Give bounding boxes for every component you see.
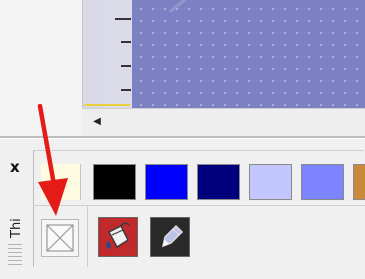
scroll-left-icon[interactable]: ◀ [90, 115, 104, 129]
ruler-tick [115, 18, 131, 20]
ruler-tick [121, 41, 131, 43]
paint-bucket-icon [106, 222, 130, 249]
drawing-canvas[interactable] [132, 0, 365, 108]
color-swatch-periwinkle[interactable] [301, 164, 344, 200]
pen-tool-button[interactable] [150, 217, 190, 257]
red-arrow-annotation [37, 104, 68, 216]
color-swatch-blue[interactable] [145, 164, 188, 200]
grip-handle-icon[interactable] [8, 241, 22, 265]
crossed-box-icon [46, 224, 74, 252]
color-swatch-tan[interactable] [353, 164, 365, 200]
pen-icon [161, 224, 184, 248]
color-swatch-black[interactable] [93, 164, 136, 200]
close-icon[interactable]: x [10, 158, 20, 176]
paint-bucket-button[interactable] [98, 217, 138, 257]
ruler-tick [121, 89, 131, 91]
ruler-marker-line [84, 104, 130, 106]
color-swatch-navy[interactable] [197, 164, 240, 200]
horizontal-scrollbar[interactable]: ◀ [82, 108, 365, 137]
color-swatch-lavender[interactable] [249, 164, 292, 200]
ruler-tick [121, 65, 131, 67]
vertical-ruler [82, 0, 133, 108]
row-separator [33, 205, 365, 206]
no-fill-button[interactable] [41, 219, 79, 257]
column-separator [87, 205, 88, 267]
